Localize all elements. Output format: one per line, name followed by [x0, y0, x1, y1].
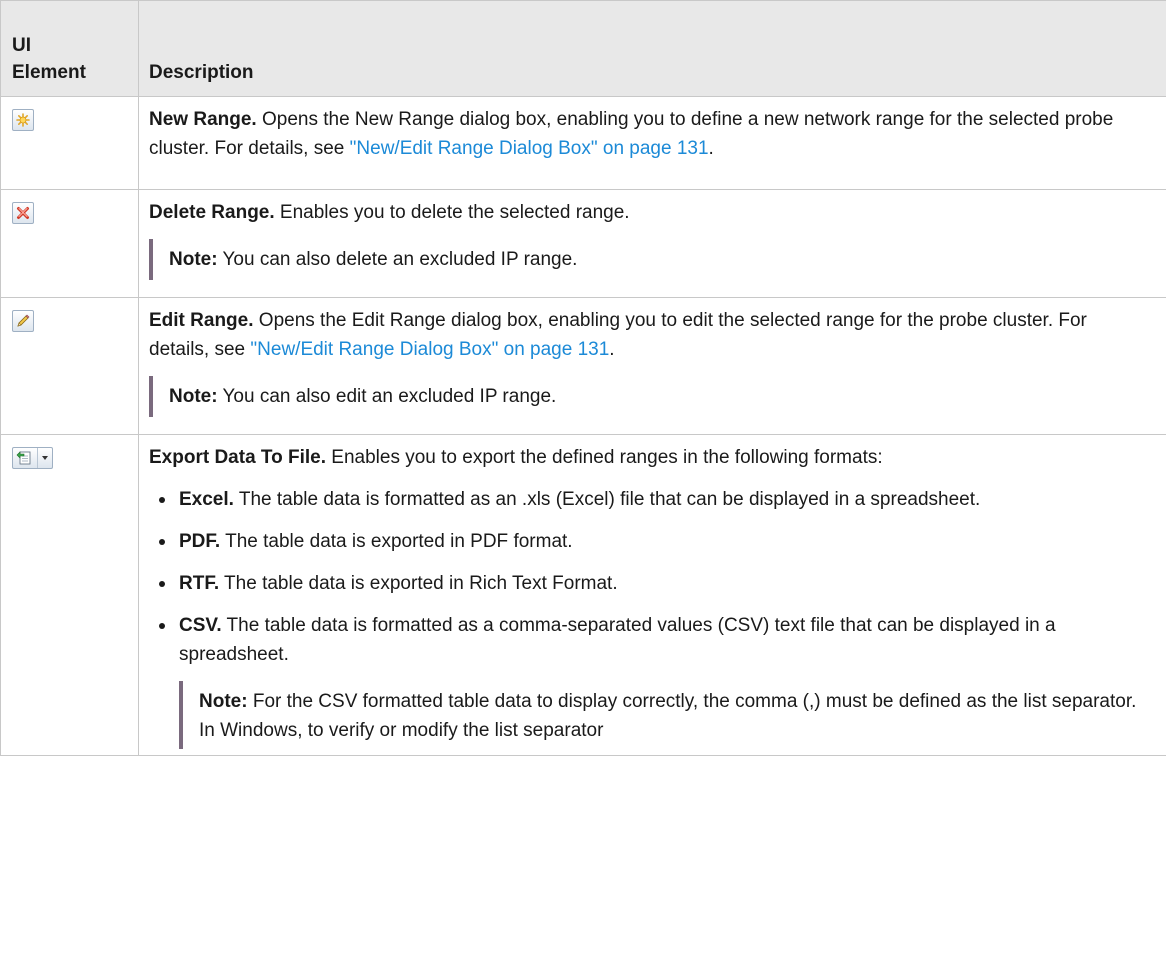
list-item-label: CSV. — [179, 615, 222, 636]
table-row: New Range. Opens the New Range dialog bo… — [0, 96, 1166, 190]
table-row: Edit Range. Opens the Edit Range dialog … — [0, 297, 1166, 435]
list-item: PDF. The table data is exported in PDF f… — [149, 527, 1152, 556]
header-ui-element-line2: Element — [12, 62, 86, 83]
new-range-icon[interactable] — [12, 109, 34, 131]
list-item-text: The table data is formatted as a comma-s… — [179, 615, 1056, 665]
row-title: Delete Range. — [149, 202, 275, 223]
header-ui-element: UI Element — [0, 0, 139, 97]
list-item-label: RTF. — [179, 573, 220, 594]
description-cell: Edit Range. Opens the Edit Range dialog … — [138, 297, 1166, 435]
delete-icon[interactable] — [12, 202, 34, 224]
description-cell: Delete Range. Enables you to delete the … — [138, 189, 1166, 298]
header-ui-element-line1: UI — [12, 35, 31, 56]
note-text: You can also delete an excluded IP range… — [217, 249, 578, 270]
icon-cell — [0, 96, 139, 190]
note-label: Note: — [169, 386, 218, 407]
list-item-label: PDF. — [179, 531, 221, 552]
list-item-text: The table data is formatted as an .xls (… — [233, 489, 981, 510]
cross-reference-link[interactable]: "New/Edit Range Dialog Box" on page 131 — [350, 138, 709, 159]
list-item: CSV. The table data is formatted as a co… — [149, 611, 1152, 669]
header-description: Description — [138, 0, 1166, 97]
row-title: Edit Range. — [149, 310, 254, 331]
edit-icon[interactable] — [12, 310, 34, 332]
row-text-end: . — [609, 339, 615, 360]
export-split-button[interactable] — [12, 447, 53, 469]
list-item-label: Excel. — [179, 489, 234, 510]
ui-elements-table: UI Element Description New Range. Opens … — [0, 0, 1166, 756]
row-title: Export Data To File. — [149, 447, 327, 468]
list-item-text: The table data is exported in PDF format… — [220, 531, 573, 552]
table-header-row: UI Element Description — [0, 0, 1166, 97]
row-text: Enables you to export the defined ranges… — [326, 447, 883, 468]
row-description: Edit Range. Opens the Edit Range dialog … — [149, 306, 1152, 364]
list-item: Excel. The table data is formatted as an… — [149, 485, 1152, 514]
row-description: Export Data To File. Enables you to expo… — [149, 443, 1152, 472]
note-callout: Note: For the CSV formatted table data t… — [179, 681, 1152, 749]
format-list: Excel. The table data is formatted as an… — [149, 485, 1152, 669]
note-label: Note: — [199, 691, 248, 712]
icon-cell — [0, 434, 139, 756]
note-label: Note: — [169, 249, 218, 270]
note-text: You can also edit an excluded IP range. — [217, 386, 557, 407]
icon-cell — [0, 189, 139, 298]
table-row: Export Data To File. Enables you to expo… — [0, 434, 1166, 756]
row-description: New Range. Opens the New Range dialog bo… — [149, 105, 1152, 163]
table-row: Delete Range. Enables you to delete the … — [0, 189, 1166, 298]
row-text: Enables you to delete the selected range… — [274, 202, 630, 223]
row-description: Delete Range. Enables you to delete the … — [149, 198, 1152, 227]
note-callout: Note: You can also delete an excluded IP… — [149, 239, 1152, 280]
description-cell: New Range. Opens the New Range dialog bo… — [138, 96, 1166, 190]
export-icon[interactable] — [13, 448, 38, 468]
row-text-end: . — [708, 138, 714, 159]
icon-cell — [0, 297, 139, 435]
list-item-text: The table data is exported in Rich Text … — [219, 573, 618, 594]
list-item: RTF. The table data is exported in Rich … — [149, 569, 1152, 598]
note-text: For the CSV formatted table data to disp… — [199, 691, 1137, 741]
description-cell: Export Data To File. Enables you to expo… — [138, 434, 1166, 756]
row-title: New Range. — [149, 109, 257, 130]
cross-reference-link[interactable]: "New/Edit Range Dialog Box" on page 131 — [250, 339, 609, 360]
note-callout: Note: You can also edit an excluded IP r… — [149, 376, 1152, 417]
chevron-down-icon[interactable] — [38, 448, 52, 468]
